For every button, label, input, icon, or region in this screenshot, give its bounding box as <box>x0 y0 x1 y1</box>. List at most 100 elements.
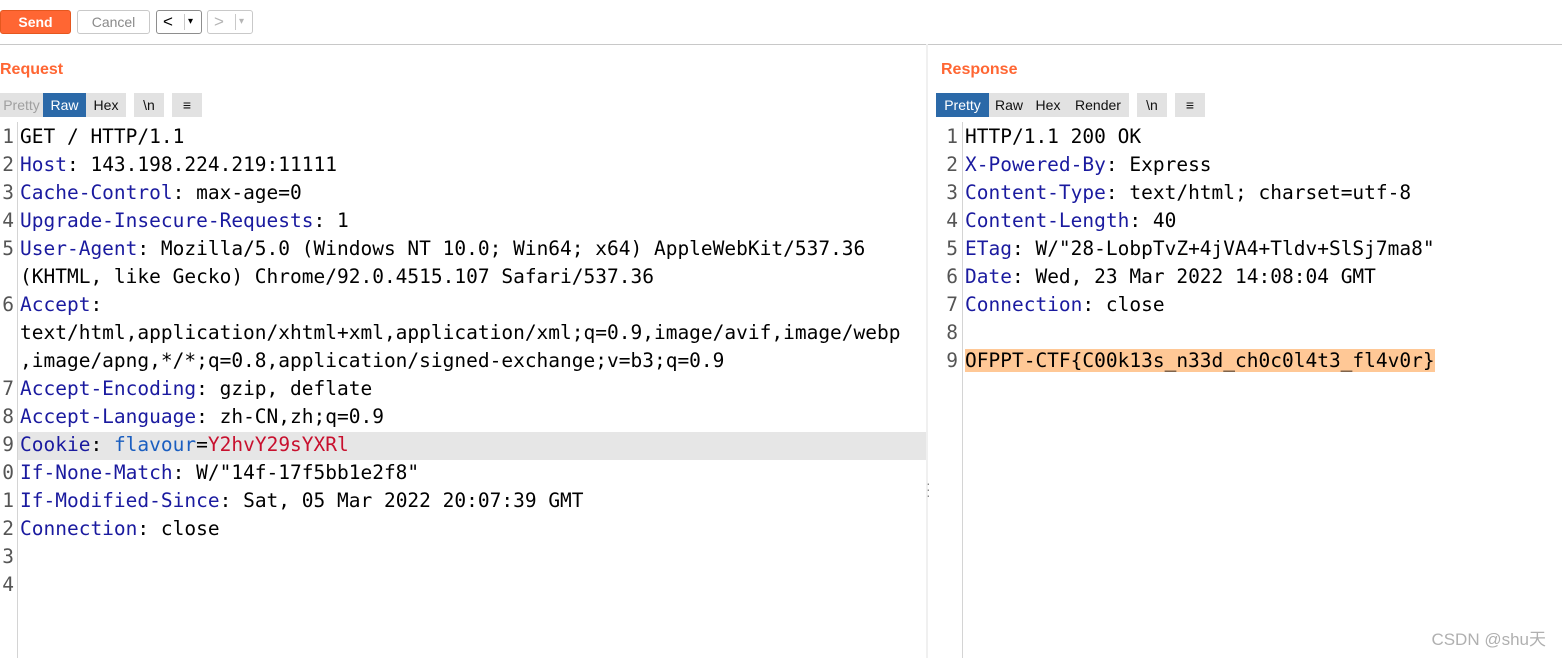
header-name: Accept-Language <box>20 405 197 428</box>
menu-icon[interactable]: ≡ <box>1175 93 1205 117</box>
header-value: : 143.198.224.219:11111 <box>66 153 337 176</box>
request-title: Request <box>0 61 64 78</box>
line-number: 3 <box>2 545 14 568</box>
separator <box>235 14 236 30</box>
request-line-continuation: (KHTML, like Gecko) Chrome/92.0.4515.107… <box>20 263 654 291</box>
line-number: 9 <box>2 433 14 456</box>
header-value: : 40 <box>1129 209 1177 232</box>
header-value: : text/html; charset=utf-8 <box>1105 181 1412 204</box>
separator-text: : <box>90 433 114 456</box>
header-name: Cache-Control <box>20 181 173 204</box>
header-value: text/html,application/xhtml+xml,applicat… <box>20 321 901 344</box>
request-line-continuation: text/html,application/xhtml+xml,applicat… <box>20 319 901 347</box>
request-line: Host: 143.198.224.219:11111 <box>20 151 337 179</box>
pane-divider[interactable] <box>926 44 928 658</box>
header-value: : W/"14f-17f5bb1e2f8" <box>172 461 420 484</box>
tab-raw[interactable]: Raw <box>989 93 1029 117</box>
header-name: Cookie <box>20 433 91 456</box>
line-number: 8 <box>2 405 14 428</box>
header-value: : max-age=0 <box>172 181 302 204</box>
line-number: 4 <box>946 209 958 232</box>
header-name: Accept-Encoding <box>20 377 197 400</box>
send-button[interactable]: Send <box>0 10 71 34</box>
cookie-value: Y2hvY29sYXRl <box>207 433 349 456</box>
request-line-cookie: Cookie: flavour=Y2hvY29sYXRl <box>20 431 349 459</box>
request-line: If-Modified-Since: Sat, 05 Mar 2022 20:0… <box>20 487 584 515</box>
menu-icon[interactable]: ≡ <box>172 93 202 117</box>
request-line: Connection: close <box>20 515 220 543</box>
tab-hex[interactable]: Hex <box>1029 93 1067 117</box>
header-value: : gzip, deflate <box>196 377 373 400</box>
header-name: ETag <box>965 237 1012 260</box>
response-line: Connection: close <box>965 291 1165 319</box>
line-number: 5 <box>946 237 958 260</box>
request-line: Accept-Encoding: gzip, deflate <box>20 375 372 403</box>
request-line: Accept: <box>20 291 102 319</box>
header-name: Upgrade-Insecure-Requests <box>20 209 314 232</box>
response-line: Content-Length: 40 <box>965 207 1176 235</box>
tab-pretty[interactable]: Pretty <box>0 93 43 117</box>
watermark: CSDN @shu天 <box>1431 630 1546 649</box>
line-number: 3 <box>2 181 14 204</box>
dropdown-icon[interactable]: ▾ <box>239 13 244 31</box>
header-value: : Sat, 05 Mar 2022 20:07:39 GMT <box>219 489 584 512</box>
line-number: 6 <box>2 293 14 316</box>
status-line: HTTP/1.1 200 OK <box>965 125 1142 148</box>
response-line: Date: Wed, 23 Mar 2022 14:08:04 GMT <box>965 263 1376 291</box>
header-name: If-None-Match <box>20 461 173 484</box>
response-title: Response <box>941 61 1018 78</box>
request-tabs: Pretty Raw Hex \n ≡ <box>0 93 202 117</box>
line-number: 1 <box>2 125 14 148</box>
back-button[interactable]: < ▾ <box>156 10 202 34</box>
header-name: Accept <box>20 293 91 316</box>
line-number: 4 <box>2 573 14 596</box>
line-number: 4 <box>2 209 14 232</box>
line-number: 1 <box>946 125 958 148</box>
tab-newline[interactable]: \n <box>134 93 164 117</box>
separator <box>184 14 185 30</box>
forward-arrow-icon: > <box>214 12 224 31</box>
request-line: If-None-Match: W/"14f-17f5bb1e2f8" <box>20 459 419 487</box>
line-number: 1 <box>2 489 14 512</box>
tab-raw[interactable]: Raw <box>43 93 86 117</box>
tab-render[interactable]: Render <box>1067 93 1129 117</box>
toolbar: Send Cancel < ▾ > ▾ <box>0 0 1562 45</box>
header-name: Host <box>20 153 67 176</box>
request-gutter-border <box>17 122 18 658</box>
tab-newline[interactable]: \n <box>1137 93 1167 117</box>
tab-hex[interactable]: Hex <box>86 93 126 117</box>
request-line-text: GET / HTTP/1.1 <box>20 125 185 148</box>
line-number: 2 <box>946 153 958 176</box>
line-number: 7 <box>2 377 14 400</box>
dropdown-icon[interactable]: ▾ <box>188 13 193 31</box>
header-name: User-Agent <box>20 237 138 260</box>
header-value: : Wed, 23 Mar 2022 14:08:04 GMT <box>1011 265 1376 288</box>
line-number: 0 <box>2 461 14 484</box>
header-value: : zh-CN,zh;q=0.9 <box>196 405 384 428</box>
forward-button[interactable]: > ▾ <box>207 10 253 34</box>
response-body-flag: OFPPT-CTF{C00k13s_n33d_ch0c0l4t3_fl4v0r} <box>965 349 1435 372</box>
header-value: : 1 <box>313 209 349 232</box>
resize-grip-icon[interactable]: · · · <box>926 476 931 502</box>
line-number: 9 <box>946 349 958 372</box>
line-number: 2 <box>2 153 14 176</box>
response-line: HTTP/1.1 200 OK <box>965 123 1141 151</box>
header-name: Content-Type <box>965 181 1106 204</box>
header-name: Content-Length <box>965 209 1130 232</box>
cancel-button[interactable]: Cancel <box>77 10 150 34</box>
header-value: : Mozilla/5.0 (Windows NT 10.0; Win64; x… <box>137 237 866 260</box>
line-number: 8 <box>946 321 958 344</box>
tab-pretty[interactable]: Pretty <box>936 93 989 117</box>
header-value: : close <box>1082 293 1165 316</box>
header-name: If-Modified-Since <box>20 489 220 512</box>
header-value: ,image/apng,*/*;q=0.8,application/signed… <box>20 349 725 372</box>
response-tabs: Pretty Raw Hex Render \n ≡ <box>936 93 1205 117</box>
line-number: 5 <box>2 237 14 260</box>
response-line: ETag: W/"28-LobpTvZ+4jVA4+Tldv+SlSj7ma8" <box>965 235 1435 263</box>
line-number: 6 <box>946 265 958 288</box>
header-name: X-Powered-By <box>965 153 1106 176</box>
header-name: Date <box>965 265 1012 288</box>
header-value: (KHTML, like Gecko) Chrome/92.0.4515.107… <box>20 265 654 288</box>
cookie-equals: = <box>196 433 208 456</box>
request-line: Cache-Control: max-age=0 <box>20 179 302 207</box>
